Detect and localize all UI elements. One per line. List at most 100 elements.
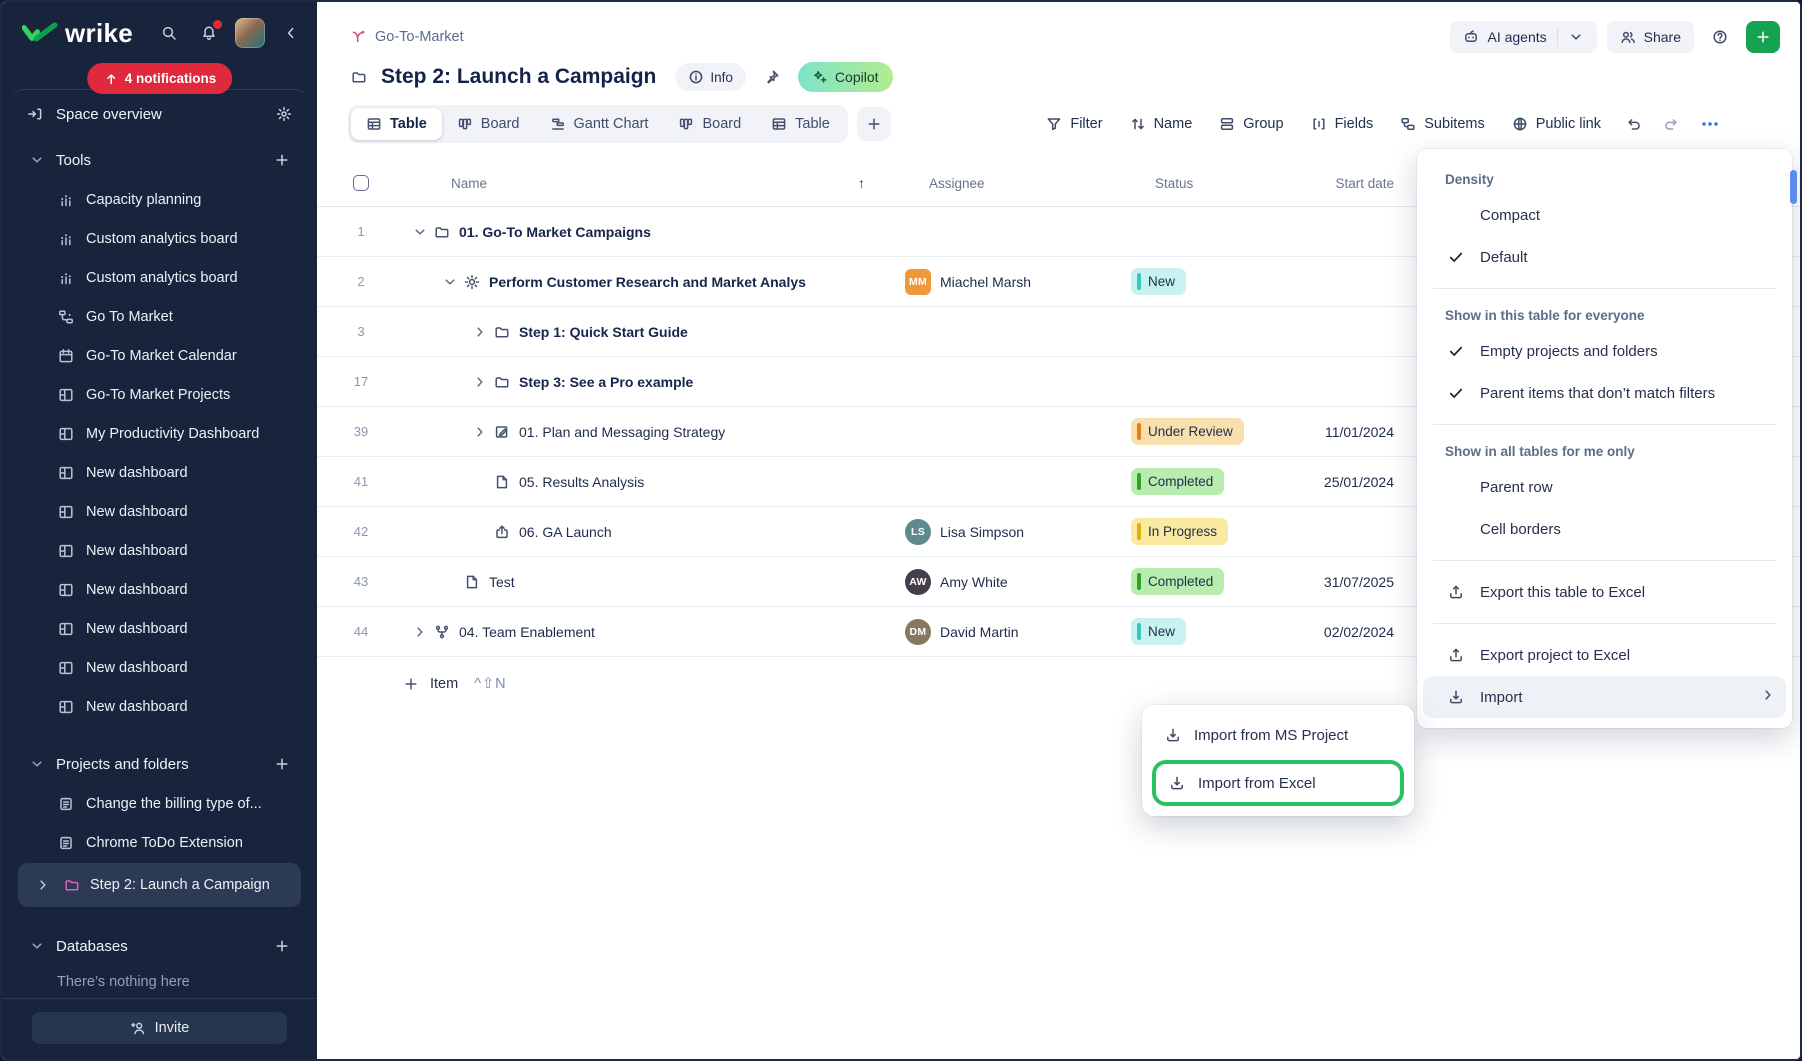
status-badge[interactable]: Completed	[1131, 568, 1224, 595]
column-header-status[interactable]: Status	[1155, 176, 1193, 191]
tab-table[interactable]: Table	[756, 108, 845, 140]
sidebar-item-capacity-planning[interactable]: Capacity planning	[10, 180, 309, 219]
sidebar-item-my-productivity-dashboard[interactable]: My Productivity Dashboard	[10, 414, 309, 453]
tab-board[interactable]: Board	[663, 108, 756, 140]
start-date[interactable]: 31/07/2025	[1324, 574, 1394, 590]
expand-collapse-chevron-icon[interactable]	[409, 224, 431, 240]
plus-icon[interactable]	[269, 933, 295, 959]
sidebar-item-space-overview[interactable]: Space overview	[10, 90, 309, 132]
menu-item-export-this-table-to-excel[interactable]: Export this table to Excel	[1417, 571, 1792, 613]
row-name[interactable]: 05. Results Analysis	[519, 474, 644, 490]
sidebar-item-chrome-todo-extension[interactable]: Chrome ToDo Extension	[10, 823, 309, 862]
sidebar-item-go-to-market-calendar[interactable]: Go-To Market Calendar	[10, 336, 309, 375]
menu-item-empty-projects-and-folders[interactable]: Empty projects and folders	[1417, 330, 1792, 372]
menu-item-parent-items-that-don-t-match-filters[interactable]: Parent items that don’t match filters	[1417, 372, 1792, 414]
expand-row-chevron-icon[interactable]	[469, 424, 491, 440]
chevron-down-icon[interactable]	[1568, 29, 1584, 45]
scrollbar-thumb[interactable]	[1790, 170, 1797, 204]
menu-item-default[interactable]: Default	[1417, 236, 1792, 278]
menu-item-import[interactable]: Import	[1423, 676, 1786, 718]
sidebar-item-custom-analytics-board[interactable]: Custom analytics board	[10, 258, 309, 297]
submenu-item-import-from-excel[interactable]: Import from Excel	[1156, 764, 1400, 802]
tab-table[interactable]: Table	[351, 108, 442, 140]
gear-icon[interactable]	[271, 101, 297, 127]
expand-row-chevron-icon[interactable]	[469, 374, 491, 390]
assignee-cell[interactable]: LS Lisa Simpson	[877, 519, 1024, 545]
start-date[interactable]: 11/01/2024	[1325, 424, 1394, 440]
menu-item-parent-row[interactable]: Parent row	[1417, 466, 1792, 508]
sidebar-section-tools[interactable]: Tools	[10, 140, 309, 180]
bell-icon[interactable]	[195, 19, 223, 47]
column-header-name[interactable]: Name	[451, 176, 487, 191]
row-name[interactable]: 06. GA Launch	[519, 524, 612, 540]
sidebar-item-new-dashboard[interactable]: New dashboard	[10, 453, 309, 492]
share-button[interactable]: Share	[1607, 21, 1694, 53]
toolbar-public-link-button[interactable]: Public link	[1512, 116, 1601, 132]
toolbar-fields-button[interactable]: Fields	[1311, 116, 1374, 132]
sidebar-item-new-dashboard[interactable]: New dashboard	[10, 531, 309, 570]
sidebar-item-step-2-launch-a-campaign[interactable]: Step 2: Launch a Campaign	[18, 863, 301, 907]
column-header-assignee[interactable]: Assignee	[929, 176, 985, 191]
assignee-cell[interactable]: DM David Martin	[877, 619, 1019, 645]
status-badge[interactable]: In Progress	[1131, 518, 1228, 545]
notifications-pill[interactable]: 4 notifications	[87, 63, 233, 94]
sidebar-section-projects[interactable]: Projects and folders	[10, 744, 309, 784]
wrike-logo[interactable]: wrike	[22, 18, 133, 49]
sidebar-item-new-dashboard[interactable]: New dashboard	[10, 570, 309, 609]
row-name[interactable]: Step 3: See a Pro example	[519, 374, 693, 390]
row-name[interactable]: 01. Plan and Messaging Strategy	[519, 424, 725, 440]
copilot-button[interactable]: Copilot	[798, 62, 893, 92]
sidebar-item-change-the-billing-type-of[interactable]: Change the billing type of...	[10, 784, 309, 823]
sidebar-item-new-dashboard[interactable]: New dashboard	[10, 648, 309, 687]
sidebar-item-new-dashboard[interactable]: New dashboard	[10, 687, 309, 726]
sidebar-item-new-dashboard[interactable]: New dashboard	[10, 492, 309, 531]
redo-icon[interactable]	[1663, 116, 1679, 132]
add-button[interactable]	[1746, 21, 1780, 53]
tab-board[interactable]: Board	[442, 108, 535, 140]
row-name[interactable]: 01. Go-To Market Campaigns	[459, 224, 651, 240]
menu-item-export-project-to-excel[interactable]: Export project to Excel	[1417, 634, 1792, 676]
status-badge[interactable]: New	[1131, 268, 1186, 295]
sidebar-item-custom-analytics-board[interactable]: Custom analytics board	[10, 219, 309, 258]
ai-agents-button[interactable]: AI agents	[1450, 21, 1596, 53]
sidebar-item-new-dashboard[interactable]: New dashboard	[10, 609, 309, 648]
avatar[interactable]	[235, 18, 265, 48]
start-date[interactable]: 02/02/2024	[1324, 624, 1394, 640]
assignee-cell[interactable]: AW Amy White	[877, 569, 1008, 595]
status-badge[interactable]: Under Review	[1131, 418, 1244, 445]
collapse-sidebar-icon[interactable]	[277, 19, 305, 47]
submenu-item-import-from-ms-project[interactable]: Import from MS Project	[1152, 715, 1404, 755]
breadcrumb[interactable]: Go-To-Market	[350, 29, 464, 45]
more-icon[interactable]	[1700, 116, 1720, 132]
toolbar-name-button[interactable]: Name	[1130, 116, 1193, 132]
status-badge[interactable]: Completed	[1131, 468, 1224, 495]
plus-icon[interactable]	[269, 751, 295, 777]
sidebar-item-go-to-market-projects[interactable]: Go-To Market Projects	[10, 375, 309, 414]
tab-gantt-chart[interactable]: Gantt Chart	[535, 108, 664, 140]
invite-button[interactable]: Invite	[32, 1012, 287, 1044]
sidebar-item-go-to-market[interactable]: Go To Market	[10, 297, 309, 336]
menu-item-compact[interactable]: Compact	[1417, 194, 1792, 236]
row-name[interactable]: Perform Customer Research and Market Ana…	[489, 274, 806, 290]
column-header-start-date[interactable]: Start date	[1335, 176, 1394, 191]
select-all-checkbox[interactable]	[353, 175, 369, 191]
chevron-right-icon[interactable]	[34, 877, 52, 893]
undo-icon[interactable]	[1626, 116, 1642, 132]
expand-row-chevron-icon[interactable]	[469, 324, 491, 340]
pin-icon[interactable]	[757, 62, 787, 92]
plus-icon[interactable]	[269, 147, 295, 173]
menu-item-cell-borders[interactable]: Cell borders	[1417, 508, 1792, 550]
row-name[interactable]: Step 1: Quick Start Guide	[519, 324, 688, 340]
assignee-cell[interactable]: MM Miachel Marsh	[877, 269, 1031, 295]
toolbar-filter-button[interactable]: Filter	[1046, 116, 1102, 132]
status-badge[interactable]: New	[1131, 618, 1186, 645]
toolbar-group-button[interactable]: Group	[1219, 116, 1283, 132]
expand-collapse-chevron-icon[interactable]	[439, 274, 461, 290]
info-button[interactable]: Info	[675, 63, 746, 91]
sort-ascending-indicator[interactable]: ↑	[858, 175, 865, 191]
start-date[interactable]: 25/01/2024	[1324, 474, 1394, 490]
row-name[interactable]: 04. Team Enablement	[459, 624, 595, 640]
help-button[interactable]	[1704, 21, 1736, 53]
row-name[interactable]: Test	[489, 574, 515, 590]
expand-row-chevron-icon[interactable]	[409, 624, 431, 640]
